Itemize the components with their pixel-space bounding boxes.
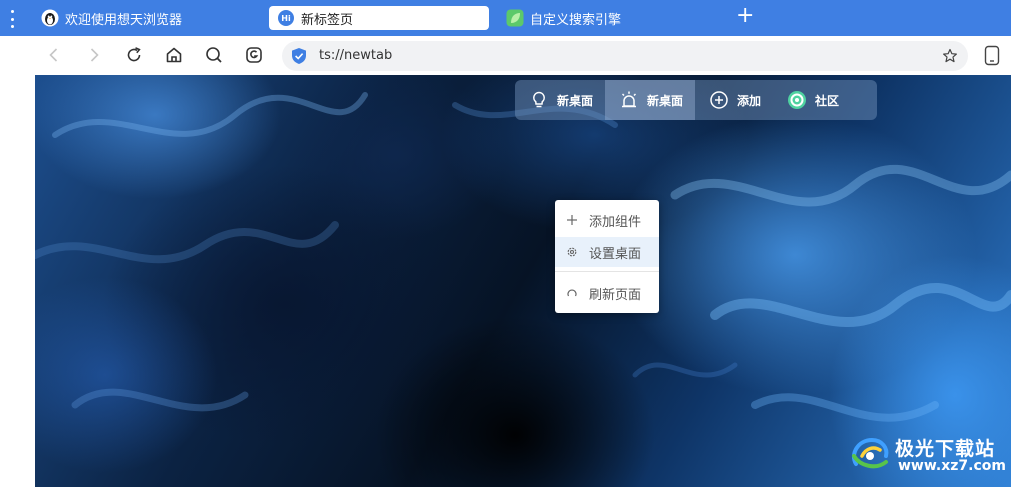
reload-icon [127,47,141,62]
home-button[interactable] [164,45,184,65]
lightbulb-icon [533,91,545,108]
svg-text:Hi: Hi [281,14,291,23]
alarm-light-icon [621,91,637,108]
tab-bar: 欢迎使用想天浏览器 Hi 新标签页 自定义搜索引擎 + [0,0,1011,36]
back-button[interactable] [44,45,64,65]
widget-label: 添加 [737,93,762,108]
watermark-title: 极光下载站 [895,438,996,460]
leaf-icon [506,9,524,27]
widget-new-desktop-2[interactable]: 新桌面 [605,80,696,120]
search-icon [206,47,222,63]
watermark-url: www.xz7.com [898,458,1006,474]
menu-item-label: 添加组件 [589,214,642,230]
tab-label: 自定义搜索引擎 [530,12,622,28]
search-button[interactable] [204,45,224,65]
widget-label: 新桌面 [647,93,684,108]
chevron-right-icon [90,48,99,62]
chevron-left-icon [49,48,58,62]
plus-icon [567,215,577,225]
forward-button[interactable] [84,45,104,65]
tab-newtab[interactable]: Hi 新标签页 [269,6,489,30]
watermark-logo-icon [852,437,889,469]
menu-item-label: 刷新页面 [589,287,642,303]
widget-new-desktop-1[interactable]: 新桌面 [515,80,605,120]
refresh-icon [567,289,577,297]
toolbar: ts://newtab [0,36,1011,75]
newtab-hi-icon: Hi [278,10,294,26]
widget-community[interactable]: 社区 [773,80,851,120]
menu-dots-icon[interactable] [8,10,16,28]
menu-item-desktop-settings[interactable]: 设置桌面 [555,237,659,267]
watermark: 极光下载站 www.xz7.com [848,430,1008,480]
widget-bar: 新桌面 新桌面 添加 社区 [515,80,877,120]
context-menu: 添加组件 设置桌面 刷新页面 [555,200,659,313]
penguin-icon [41,9,59,27]
new-tab-button[interactable]: + [736,5,754,28]
wallpaper-texture [35,92,1011,422]
widget-label: 社区 [815,93,840,108]
url-text[interactable]: ts://newtab [319,41,392,71]
newtab-wallpaper[interactable]: 新桌面 新桌面 添加 社区 添加组件 设置桌面 刷新页面 极光下载站 www.x… [35,75,1011,487]
reload-button[interactable] [124,45,144,65]
sidebar-button[interactable] [244,45,264,65]
tab-welcome[interactable]: 欢迎使用想天浏览器 [41,6,182,30]
tab-label: 新标签页 [301,12,354,28]
tab-custom-search[interactable]: 自定义搜索引擎 [506,6,621,30]
community-icon [788,91,807,109]
home-icon [166,47,182,63]
star-icon[interactable] [942,48,958,64]
menu-item-label: 设置桌面 [589,246,642,262]
plus-circle-icon [710,91,728,109]
menu-item-refresh-page[interactable]: 刷新页面 [555,278,659,308]
mobile-icon[interactable] [984,45,1000,66]
menu-divider [555,271,659,272]
widget-label: 新桌面 [557,93,594,108]
address-bar[interactable]: ts://newtab [282,41,968,71]
widget-add[interactable]: 添加 [695,80,773,120]
shield-icon [292,48,306,64]
tab-label: 欢迎使用想天浏览器 [65,12,183,28]
gear-icon [567,247,577,257]
sidebar-g-icon [246,47,262,63]
menu-item-add-widget[interactable]: 添加组件 [555,205,659,235]
